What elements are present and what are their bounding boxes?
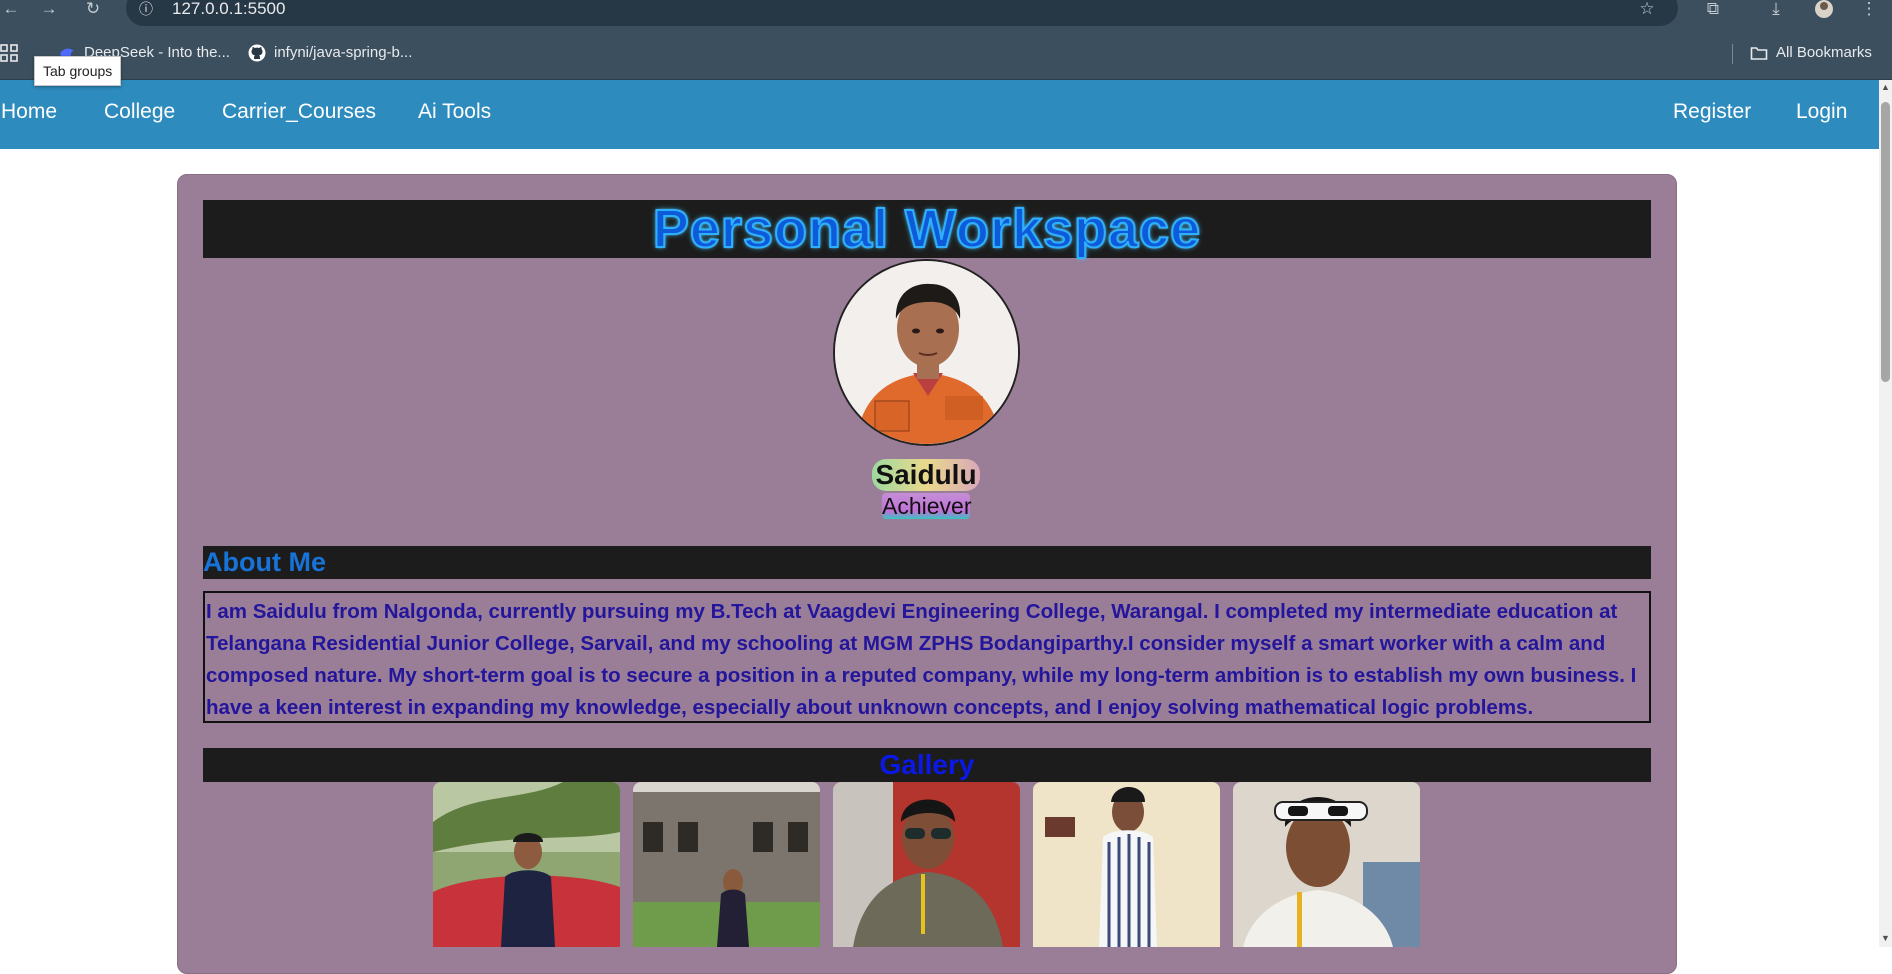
bookmark-star-icon[interactable]: ☆ (1636, 0, 1658, 18)
about-line: Telangana Residential Junior College, Sa… (206, 632, 1606, 655)
gallery-photo[interactable] (633, 782, 820, 947)
workspace-title: Personal Workspace (652, 199, 1202, 259)
back-icon[interactable]: ← (0, 0, 22, 18)
gallery-photo[interactable] (833, 782, 1020, 947)
about-heading: About Me (203, 547, 326, 577)
about-line: have a keen interest in expanding my kno… (206, 696, 1534, 719)
nav-home[interactable]: Home (1, 80, 57, 149)
nav-login[interactable]: Login (1796, 80, 1847, 149)
reload-icon[interactable]: ↻ (82, 0, 104, 18)
scroll-down-arrow-icon[interactable]: ▼ (1880, 933, 1891, 943)
address-bar[interactable] (126, 0, 1678, 26)
gallery-heading: Gallery (879, 749, 975, 780)
tab-groups-icon[interactable] (0, 42, 18, 64)
page-scrollbar[interactable]: ▲ ▼ (1879, 80, 1892, 947)
profile-avatar-icon[interactable] (1812, 0, 1836, 18)
tab-groups-tooltip: Tab groups (34, 56, 122, 86)
nav-college[interactable]: College (104, 80, 175, 149)
about-text-box: I am Saidulu from Nalgonda, currently pu… (203, 591, 1651, 723)
scroll-thumb[interactable] (1881, 102, 1890, 382)
browser-toolbar: ← → ↻ ⓘ 127.0.0.1:5500 ☆ ⧉ ⤓ ⋮ (0, 0, 1892, 26)
about-header: About Me (203, 546, 1651, 579)
bookmark-github[interactable]: infyni/java-spring-b... (248, 42, 412, 64)
bookmarks-bar: DeepSeek - Into the... infyni/java-sprin… (0, 26, 1892, 80)
browser-menu-icon[interactable]: ⋮ (1858, 0, 1880, 18)
profile-role: Achiever (882, 493, 972, 519)
scroll-up-arrow-icon[interactable]: ▲ (1880, 82, 1891, 92)
bookmark-label: infyni/java-spring-b... (274, 44, 413, 61)
download-icon[interactable]: ⤓ (1765, 0, 1787, 18)
gallery-photo[interactable] (1033, 782, 1220, 947)
all-bookmarks-button[interactable]: All Bookmarks (1750, 42, 1872, 64)
workspace-banner: Personal Workspace (203, 199, 1651, 259)
github-icon (248, 44, 266, 62)
nav-register[interactable]: Register (1673, 80, 1751, 149)
address-url[interactable]: 127.0.0.1:5500 (172, 0, 285, 18)
site-info-icon[interactable]: ⓘ (136, 0, 156, 18)
forward-icon[interactable]: → (38, 0, 60, 18)
profile-photo (833, 259, 1020, 446)
bookmarks-divider (1732, 44, 1733, 64)
profile-name: Saidulu (872, 459, 980, 491)
extensions-icon[interactable]: ⧉ (1702, 0, 1724, 18)
site-navbar: Home College Carrier_Courses Ai Tools Re… (0, 80, 1880, 149)
gallery-header: Gallery (203, 748, 1651, 782)
about-line: I am Saidulu from Nalgonda, currently pu… (206, 600, 1618, 623)
nav-carrier-courses[interactable]: Carrier_Courses (222, 80, 376, 149)
gallery-photo[interactable] (433, 782, 620, 947)
about-line: composed nature. My short-term goal is t… (206, 664, 1637, 687)
all-bookmarks-label: All Bookmarks (1776, 44, 1872, 61)
nav-ai-tools[interactable]: Ai Tools (418, 80, 491, 149)
gallery-photo[interactable] (1233, 782, 1420, 947)
folder-icon (1750, 47, 1768, 60)
